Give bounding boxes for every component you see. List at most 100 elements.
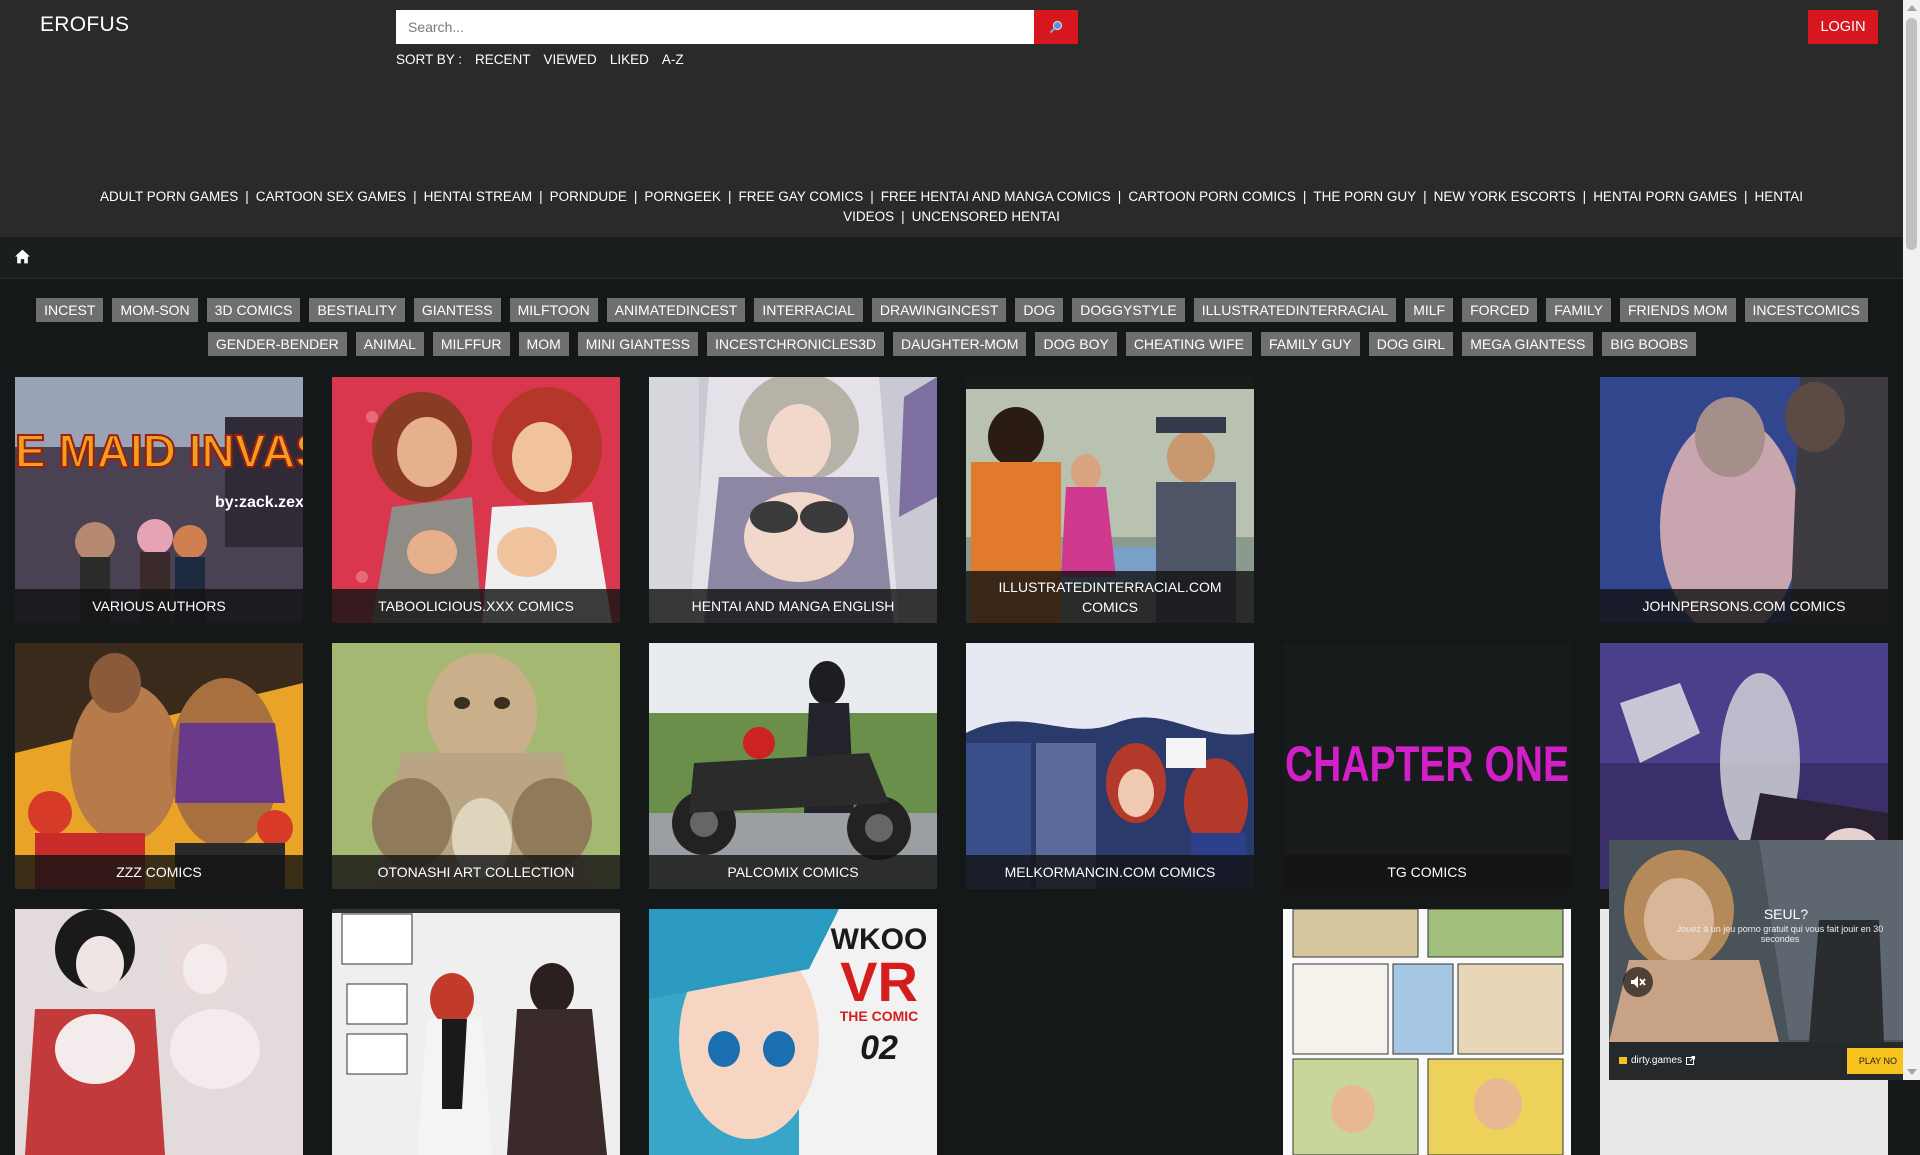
tag-forced[interactable]: FORCED <box>1462 298 1538 322</box>
scroll-up-arrow[interactable] <box>1907 5 1917 11</box>
thumbnail: E MAID INVASION by:zack.zex <box>15 377 303 623</box>
comic-card[interactable]: HENTAI AND MANGA ENGLISH <box>649 377 937 623</box>
sort-viewed[interactable]: VIEWED <box>544 52 597 67</box>
comic-card[interactable]: JOHNPERSONS.COM COMICS <box>1600 377 1888 623</box>
ad-play-button[interactable]: PLAY NO <box>1846 1048 1903 1074</box>
mute-button[interactable] <box>1623 967 1653 997</box>
partner-link[interactable]: NEW YORK ESCORTS <box>1434 189 1576 204</box>
sort-a-z[interactable]: A-Z <box>662 52 684 67</box>
sort-label: SORT BY : <box>396 52 463 67</box>
thumbnail <box>649 643 937 889</box>
partner-link[interactable]: THE PORN GUY <box>1313 189 1416 204</box>
comic-card[interactable]: E MAID INVASION by:zack.zex VARIOUS AUTH… <box>15 377 303 623</box>
scroll-thumb[interactable] <box>1906 18 1917 250</box>
tag-incestchronicles3d[interactable]: INCESTCHRONICLES3D <box>706 332 885 356</box>
thumbnail <box>332 643 620 889</box>
card-title: PALCOMIX COMICS <box>649 855 937 889</box>
login-button[interactable]: LOGIN <box>1808 10 1878 44</box>
partner-link[interactable]: HENTAI STREAM <box>424 189 533 204</box>
partner-link[interactable]: UNCENSORED HENTAI <box>912 209 1060 224</box>
tag-illustratedinterracial[interactable]: ILLUSTRATEDINTERRACIAL <box>1193 298 1397 322</box>
thumbnail <box>1600 377 1888 623</box>
tag-milf[interactable]: MILF <box>1405 298 1454 322</box>
thumbnail <box>332 377 620 623</box>
partner-link[interactable]: CARTOON SEX GAMES <box>256 189 406 204</box>
comic-card[interactable] <box>332 909 620 1155</box>
partner-link[interactable]: FREE GAY COMICS <box>738 189 863 204</box>
tag-interracial[interactable]: INTERRACIAL <box>754 298 863 322</box>
thumbnail <box>332 909 620 1155</box>
page-scrollbar[interactable] <box>1903 0 1920 1080</box>
search-icon <box>1049 20 1063 34</box>
sort-liked[interactable]: LIKED <box>610 52 649 67</box>
card-title: TG COMICS <box>1283 855 1571 889</box>
partner-link[interactable]: ADULT PORN GAMES <box>100 189 238 204</box>
card-title: ZZZ COMICS <box>15 855 303 889</box>
ad-brand-icon <box>1619 1057 1627 1064</box>
thumbnail-number: 02 <box>860 1029 898 1067</box>
comic-card[interactable]: ZZZ COMICS <box>15 643 303 889</box>
ad-brand[interactable]: dirty.games <box>1619 1055 1695 1066</box>
ad-footer: dirty.games PLAY NO <box>1609 1042 1903 1080</box>
breadcrumb <box>0 237 1903 279</box>
tag-incestcomics[interactable]: INCESTCOMICS <box>1744 298 1868 322</box>
thumbnail-subtitle: THE COMIC <box>840 1008 919 1024</box>
sort-recent[interactable]: RECENT <box>475 52 531 67</box>
home-icon[interactable] <box>14 248 31 265</box>
scroll-down-arrow[interactable] <box>1907 1069 1917 1075</box>
comic-card[interactable]: ILLUSTRATEDINTERRACIAL.COM COMICS <box>966 377 1254 623</box>
partner-link[interactable]: HENTAI PORN GAMES <box>1593 189 1737 204</box>
partner-link[interactable]: CARTOON PORN COMICS <box>1128 189 1296 204</box>
comic-card[interactable]: CHAPTER ONE TG COMICS <box>1283 643 1571 889</box>
tag-animatedincest[interactable]: ANIMATEDINCEST <box>606 298 746 322</box>
ad-brand-label: dirty.games <box>1631 1055 1682 1066</box>
tag-friends-mom[interactable]: FRIENDS MOM <box>1619 298 1736 322</box>
tag-dog-girl[interactable]: DOG GIRL <box>1368 332 1454 356</box>
external-link-icon <box>1685 1056 1695 1065</box>
partner-link[interactable]: PORNGEEK <box>644 189 721 204</box>
tag-big-boobs[interactable]: BIG BOOBS <box>1602 332 1697 356</box>
tag-dog-boy[interactable]: DOG BOY <box>1035 332 1117 356</box>
comic-card[interactable]: TABOOLICIOUS.XXX COMICS <box>332 377 620 623</box>
comic-card[interactable]: MELKORMANCIN.COM COMICS <box>966 643 1254 889</box>
search-button[interactable] <box>1034 10 1078 44</box>
tag-daughter-mom[interactable]: DAUGHTER-MOM <box>893 332 1027 356</box>
tag-bestiality[interactable]: BESTIALITY <box>309 298 405 322</box>
tag-3d-comics[interactable]: 3D COMICS <box>206 298 301 322</box>
tag-gender-bender[interactable]: GENDER-BENDER <box>207 332 347 356</box>
tag-cloud: INCEST MOM-SON 3D COMICS BESTIALITY GIANTESS… <box>14 298 1890 356</box>
comic-card[interactable]: WKOO VR THE COMIC 02 <box>649 909 937 1155</box>
ad-popup[interactable]: SEUL? Jouez à un jeu porno gratuit qui v… <box>1609 840 1903 1080</box>
partner-link[interactable]: FREE HENTAI AND MANGA COMICS <box>881 189 1111 204</box>
comic-card[interactable]: PALCOMIX COMICS <box>649 643 937 889</box>
partner-link[interactable]: PORNDUDE <box>550 189 627 204</box>
tag-giantess[interactable]: GIANTESS <box>413 298 501 322</box>
tag-mom-son[interactable]: MOM-SON <box>112 298 198 322</box>
thumbnail <box>1283 909 1571 1155</box>
tag-milffur[interactable]: MILFFUR <box>432 332 510 356</box>
tag-animal[interactable]: ANIMAL <box>355 332 424 356</box>
search-input[interactable] <box>396 10 1034 44</box>
tag-mini-giantess[interactable]: MINI GIANTESS <box>577 332 698 356</box>
card-title: HENTAI AND MANGA ENGLISH <box>649 589 937 623</box>
tag-family-guy[interactable]: FAMILY GUY <box>1261 332 1360 356</box>
comic-card[interactable] <box>15 909 303 1155</box>
thumbnail-title: E MAID INVASION <box>15 425 303 477</box>
tag-doggystyle[interactable]: DOGGYSTYLE <box>1072 298 1185 322</box>
partner-links: ADULT PORN GAMES | CARTOON SEX GAMES | HENTA… <box>100 189 1803 224</box>
tag-family[interactable]: FAMILY <box>1546 298 1611 322</box>
card-title: ILLUSTRATEDINTERRACIAL.COM COMICS <box>966 571 1254 623</box>
thumbnail <box>966 643 1254 889</box>
tag-dog[interactable]: DOG <box>1015 298 1064 322</box>
comic-card[interactable] <box>1283 909 1571 1155</box>
tag-drawingincest[interactable]: DRAWINGINCEST <box>871 298 1007 322</box>
tag-incest[interactable]: INCEST <box>36 298 104 322</box>
thumbnail <box>649 377 937 623</box>
comic-card[interactable]: OTONASHI ART COLLECTION <box>332 643 620 889</box>
tag-mom[interactable]: MOM <box>518 332 569 356</box>
tag-milftoon[interactable]: MILFTOON <box>509 298 598 322</box>
site-logo[interactable]: EROFUS <box>40 13 129 37</box>
tag-cheating-wife[interactable]: CHEATING WIFE <box>1125 332 1252 356</box>
thumbnail <box>15 643 303 889</box>
tag-mega-giantess[interactable]: MEGA GIANTESS <box>1462 332 1594 356</box>
